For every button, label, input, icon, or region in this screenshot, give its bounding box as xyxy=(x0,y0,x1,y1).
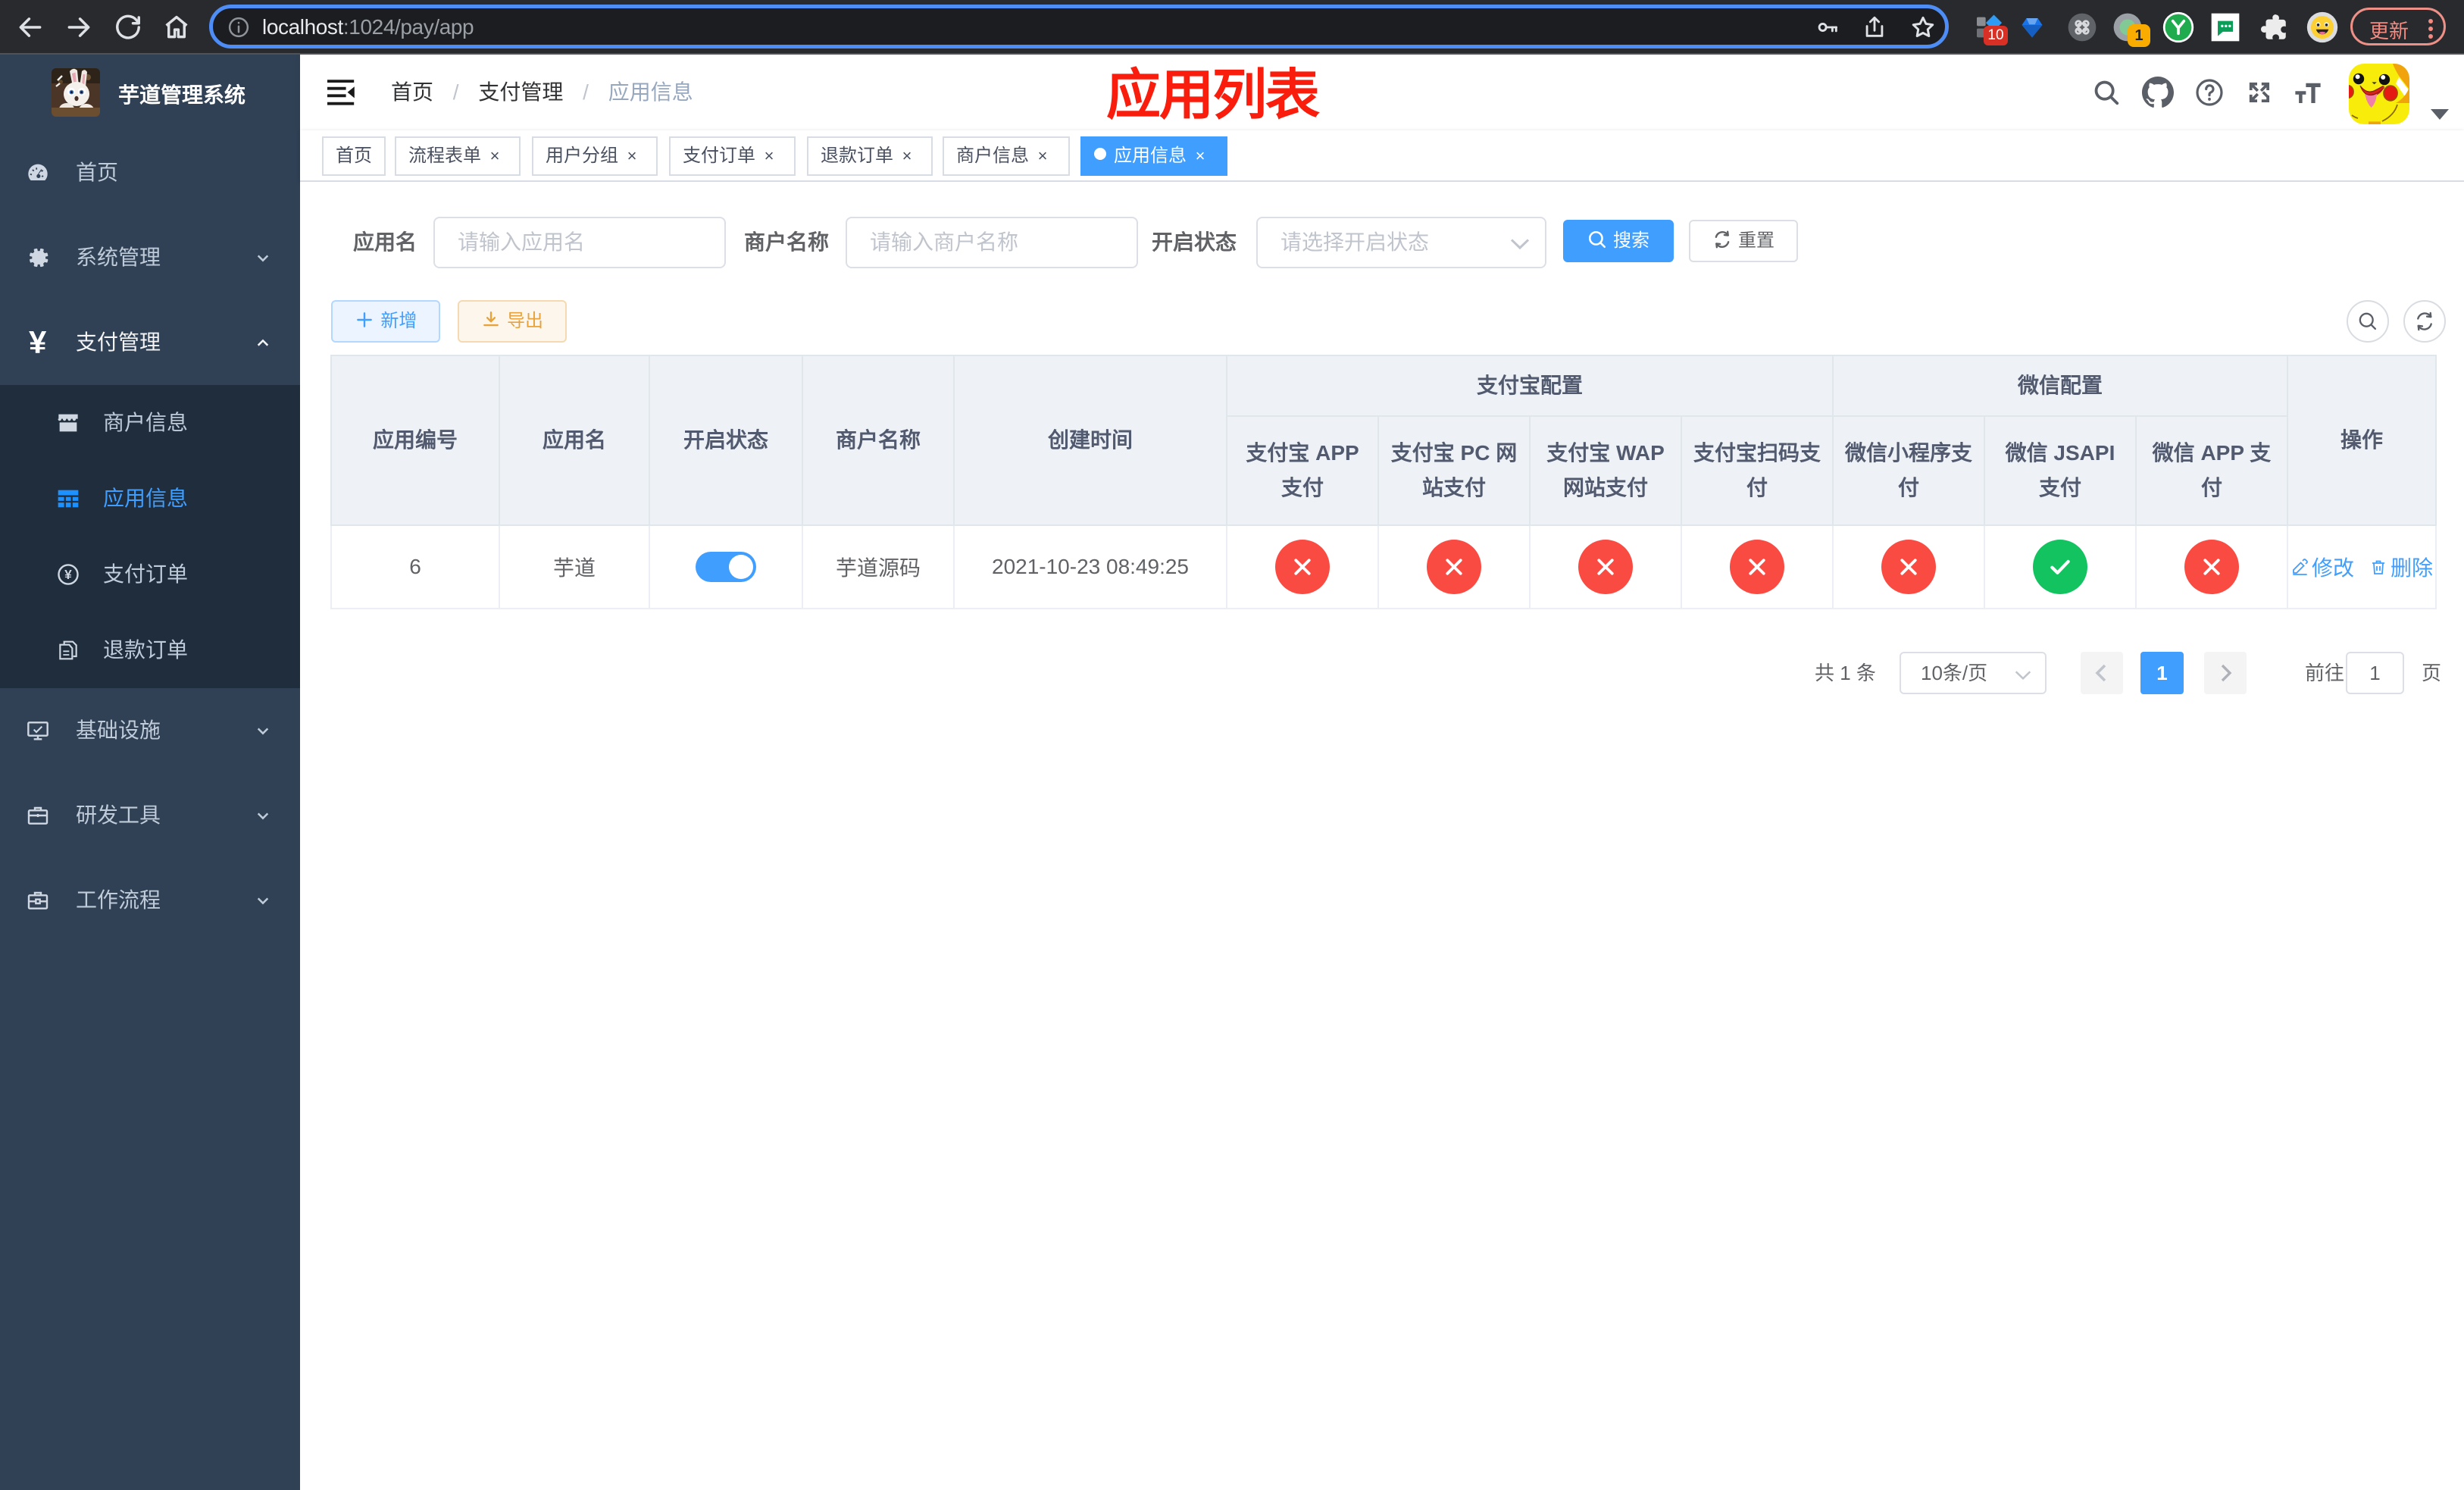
svg-text:¥: ¥ xyxy=(64,567,72,582)
